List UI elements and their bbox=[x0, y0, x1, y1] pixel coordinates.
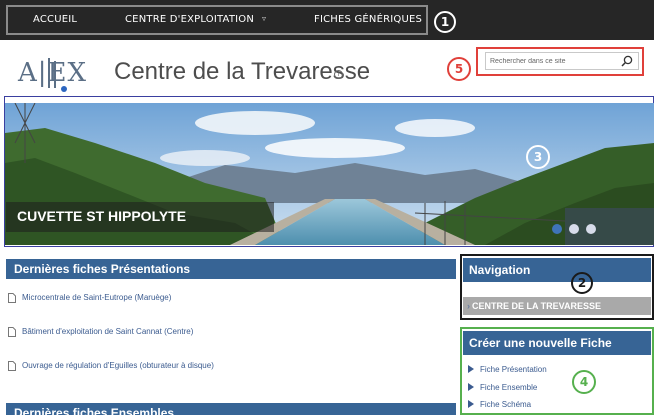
create-link-label[interactable]: Fiche Ensemble bbox=[480, 383, 537, 392]
search-input[interactable] bbox=[485, 52, 639, 70]
site-logo[interactable]: A|EX bbox=[18, 58, 87, 88]
slide-dot-3[interactable] bbox=[586, 224, 596, 234]
create-fiche-schema-link[interactable]: Fiche Schéma bbox=[468, 400, 531, 409]
section-header-ensembles: Dernières fiches Ensembles bbox=[6, 403, 456, 415]
list-item[interactable]: Ouvrage de régulation d'Eguilles (obtura… bbox=[8, 361, 214, 371]
annotation-badge-5: 5 bbox=[447, 57, 471, 81]
nav-item-accueil[interactable]: ACCUEIL bbox=[33, 14, 77, 25]
chevron-down-icon[interactable]: ▿ bbox=[262, 14, 266, 23]
annotation-badge-1: 1 bbox=[434, 11, 456, 33]
create-link-label[interactable]: Fiche Schéma bbox=[480, 400, 531, 409]
triangle-bullet-icon bbox=[468, 365, 474, 373]
list-item[interactable]: Bâtiment d'exploitation de Saint Cannat … bbox=[8, 327, 193, 337]
document-icon bbox=[8, 327, 16, 337]
triangle-bullet-icon bbox=[468, 400, 474, 408]
create-fiche-presentation-link[interactable]: Fiche Présentation bbox=[468, 365, 547, 374]
triangle-bullet-icon bbox=[468, 383, 474, 391]
chevron-right-icon: › bbox=[467, 301, 470, 311]
navigation-header: Navigation bbox=[463, 258, 651, 282]
top-navigation-bar: ACCUEIL CENTRE D'EXPLOITATION ▿ FICHES G… bbox=[0, 0, 654, 40]
annotation-badge-2: 2 bbox=[571, 272, 593, 294]
nav-item-centre-exploitation[interactable]: CENTRE D'EXPLOITATION bbox=[125, 14, 254, 25]
annotation-badge-4: 4 bbox=[572, 370, 596, 394]
list-item-label[interactable]: Microcentrale de Saint-Eutrope (Maruège) bbox=[22, 293, 171, 302]
annotation-badge-3: 3 bbox=[526, 145, 550, 169]
search-icon[interactable] bbox=[620, 55, 634, 68]
section-header-presentations: Dernières fiches Présentations bbox=[6, 259, 456, 279]
create-link-label[interactable]: Fiche Présentation bbox=[480, 365, 547, 374]
slide-dot-1[interactable] bbox=[552, 224, 562, 234]
slide-dot-2[interactable] bbox=[569, 224, 579, 234]
list-item[interactable]: Microcentrale de Saint-Eutrope (Maruège) bbox=[8, 293, 171, 303]
create-fiche-ensemble-link[interactable]: Fiche Ensemble bbox=[468, 383, 537, 392]
nav-link-centre-trevaresse[interactable]: › CENTRE DE LA TREVARESSE bbox=[463, 297, 651, 315]
document-icon bbox=[8, 361, 16, 371]
create-sheet-header: Créer une nouvelle Fiche bbox=[463, 331, 651, 355]
page-title: Centre de la Trevaresse bbox=[114, 58, 371, 85]
hero-caption[interactable]: CUVETTE ST HIPPOLYTE bbox=[17, 208, 186, 224]
document-icon bbox=[8, 293, 16, 303]
info-icon[interactable]: i bbox=[334, 70, 343, 79]
nav-link-label[interactable]: CENTRE DE LA TREVARESSE bbox=[472, 301, 601, 311]
list-item-label[interactable]: Ouvrage de régulation d'Eguilles (obtura… bbox=[22, 361, 214, 370]
nav-item-fiches-generiques[interactable]: FICHES GÉNÉRIQUES bbox=[314, 14, 422, 25]
list-item-label[interactable]: Bâtiment d'exploitation de Saint Cannat … bbox=[22, 327, 193, 336]
